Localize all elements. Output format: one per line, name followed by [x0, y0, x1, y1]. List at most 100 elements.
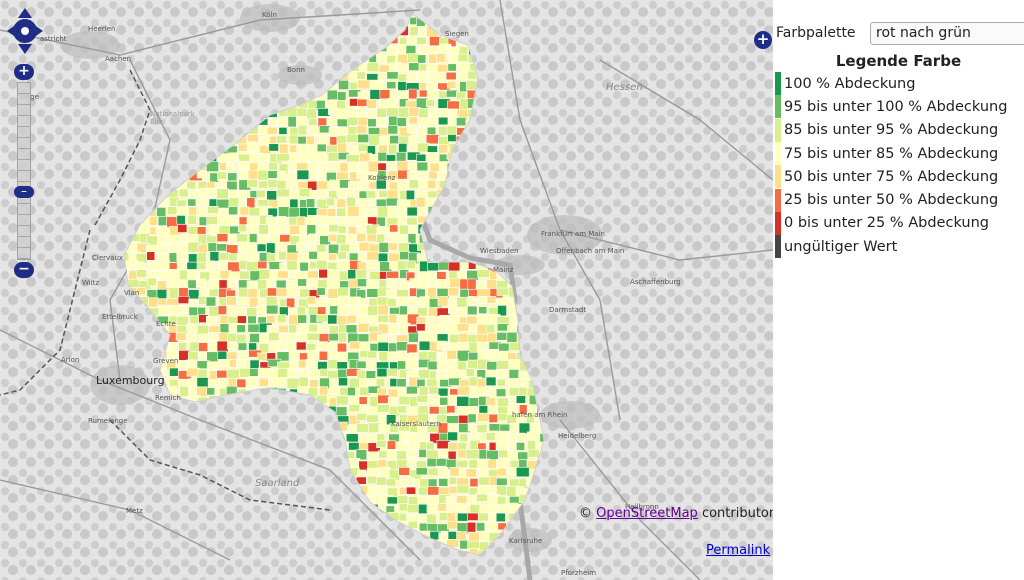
municipality-polygon[interactable] — [437, 448, 450, 460]
municipality-polygon[interactable] — [207, 379, 221, 389]
municipality-polygon[interactable] — [467, 413, 477, 423]
municipality-polygon[interactable] — [136, 269, 147, 278]
municipality-polygon[interactable] — [337, 225, 347, 234]
municipality-polygon[interactable] — [447, 46, 458, 56]
municipality-polygon[interactable] — [305, 151, 319, 162]
municipality-polygon[interactable] — [207, 206, 219, 214]
municipality-polygon[interactable] — [507, 450, 518, 462]
municipality-polygon[interactable] — [476, 341, 488, 353]
map-viewport[interactable]: Köln Heerlen astricht Aachen Bonn Siegen… — [0, 0, 773, 580]
municipality-polygon[interactable] — [477, 377, 487, 388]
municipality-polygon[interactable] — [395, 63, 408, 72]
municipality-polygon[interactable] — [188, 253, 199, 263]
municipality-polygon[interactable] — [446, 512, 456, 523]
municipality-polygon[interactable] — [467, 540, 481, 549]
municipality-polygon[interactable] — [256, 233, 268, 246]
municipality-polygon[interactable] — [408, 116, 418, 125]
municipality-polygon[interactable] — [416, 72, 429, 82]
municipality-polygon[interactable] — [206, 387, 216, 396]
municipality-polygon[interactable] — [306, 242, 316, 250]
municipality-polygon[interactable] — [216, 340, 229, 353]
municipality-polygon[interactable] — [375, 476, 388, 486]
municipality-polygon[interactable] — [196, 377, 209, 389]
municipality-polygon[interactable] — [386, 107, 400, 117]
municipality-polygon[interactable] — [456, 350, 471, 362]
municipality-polygon[interactable] — [418, 486, 429, 496]
municipality-polygon[interactable] — [337, 287, 349, 298]
municipality-polygon[interactable] — [427, 394, 440, 404]
municipality-polygon[interactable] — [405, 189, 415, 201]
municipality-polygon[interactable] — [176, 251, 189, 262]
municipality-polygon[interactable] — [336, 207, 347, 217]
municipality-polygon[interactable] — [316, 143, 327, 153]
municipality-polygon[interactable] — [238, 160, 252, 169]
municipality-polygon[interactable] — [236, 359, 246, 368]
municipality-polygon[interactable] — [476, 333, 489, 343]
municipality-polygon[interactable] — [476, 522, 486, 532]
municipality-polygon[interactable] — [396, 378, 407, 388]
municipality-polygon[interactable] — [186, 180, 196, 190]
municipality-polygon[interactable] — [247, 315, 257, 324]
municipality-polygon[interactable] — [446, 80, 457, 89]
municipality-polygon[interactable] — [319, 125, 331, 134]
municipality-polygon[interactable] — [327, 117, 338, 127]
municipality-polygon[interactable] — [498, 449, 509, 459]
municipality-polygon[interactable] — [349, 341, 361, 350]
municipality-polygon[interactable] — [156, 235, 168, 244]
municipality-polygon[interactable] — [278, 251, 288, 261]
municipality-polygon[interactable] — [418, 28, 428, 37]
municipality-polygon[interactable] — [478, 476, 490, 486]
municipality-polygon[interactable] — [398, 305, 408, 317]
municipality-polygon[interactable] — [406, 171, 419, 179]
municipality-polygon[interactable] — [316, 287, 326, 296]
municipality-polygon[interactable] — [249, 359, 260, 369]
municipality-polygon[interactable] — [377, 314, 389, 323]
municipality-polygon[interactable] — [456, 396, 470, 407]
municipality-polygon[interactable] — [236, 315, 247, 324]
municipality-polygon[interactable] — [426, 89, 441, 99]
municipality-polygon[interactable] — [155, 226, 168, 237]
municipality-polygon[interactable] — [386, 270, 399, 279]
municipality-polygon[interactable] — [457, 360, 467, 371]
municipality-polygon[interactable] — [257, 260, 268, 270]
municipality-polygon[interactable] — [299, 261, 309, 272]
municipality-polygon[interactable] — [365, 259, 379, 269]
municipality-polygon[interactable] — [515, 395, 526, 404]
municipality-polygon[interactable] — [266, 278, 276, 290]
municipality-polygon[interactable] — [378, 424, 391, 433]
municipality-polygon[interactable] — [408, 332, 419, 343]
municipality-polygon[interactable] — [447, 100, 460, 110]
municipality-polygon[interactable] — [496, 360, 510, 370]
municipality-polygon[interactable] — [345, 324, 358, 334]
municipality-polygon[interactable] — [309, 379, 319, 389]
municipality-polygon[interactable] — [427, 278, 438, 287]
municipality-polygon[interactable] — [376, 233, 386, 244]
municipality-polygon[interactable] — [485, 376, 497, 386]
municipality-polygon[interactable] — [218, 279, 228, 290]
municipality-polygon[interactable] — [385, 197, 399, 207]
municipality-polygon[interactable] — [426, 152, 438, 161]
municipality-polygon[interactable] — [218, 178, 228, 189]
municipality-polygon[interactable] — [357, 98, 369, 107]
municipality-polygon[interactable] — [459, 61, 470, 72]
municipality-polygon[interactable] — [278, 206, 290, 218]
municipality-polygon[interactable] — [357, 79, 371, 90]
openstreetmap-link[interactable]: OpenStreetMap — [596, 506, 698, 521]
municipality-polygon[interactable] — [467, 296, 477, 305]
municipality-polygon[interactable] — [358, 241, 370, 252]
municipality-polygon[interactable] — [406, 486, 417, 495]
municipality-polygon[interactable] — [497, 413, 509, 422]
zoom-in-button[interactable]: + — [14, 64, 34, 80]
municipality-polygon[interactable] — [226, 368, 240, 379]
municipality-polygon[interactable] — [378, 64, 390, 73]
pan-up-icon[interactable] — [18, 8, 32, 18]
map-canvas[interactable] — [0, 0, 773, 580]
municipality-polygon[interactable] — [356, 369, 366, 380]
municipality-polygon[interactable] — [146, 277, 157, 287]
municipality-polygon[interactable] — [415, 196, 426, 208]
municipality-polygon[interactable] — [336, 142, 347, 153]
municipality-polygon[interactable] — [267, 117, 278, 126]
municipality-polygon[interactable] — [259, 268, 271, 280]
municipality-polygon[interactable] — [427, 360, 438, 371]
municipality-polygon[interactable] — [456, 484, 470, 494]
